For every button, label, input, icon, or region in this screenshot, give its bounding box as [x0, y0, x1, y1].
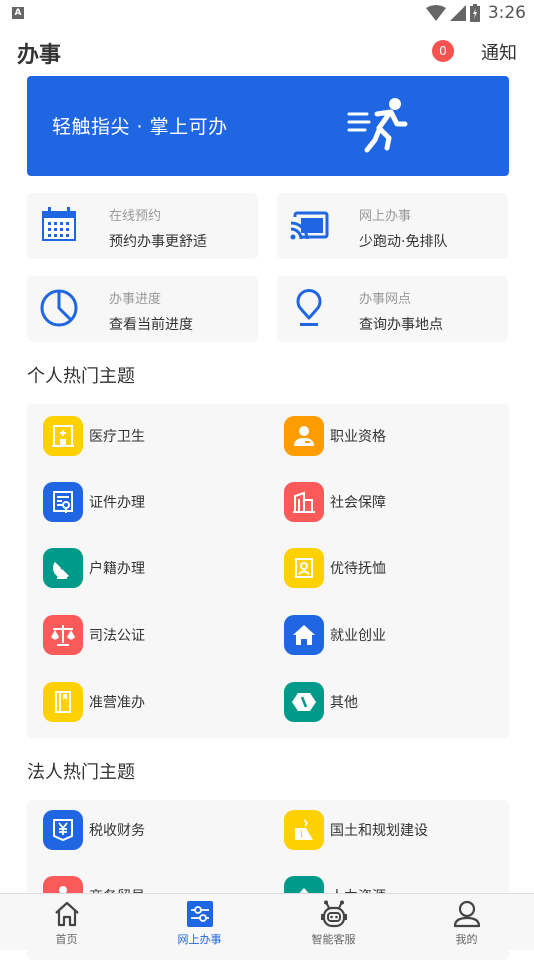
- page-title: 办事: [17, 43, 62, 68]
- quick-action-locations[interactable]: 办事网点 查询办事地点: [277, 276, 508, 342]
- hospital-icon: [43, 416, 83, 456]
- tab-label: 我的: [455, 933, 478, 946]
- wifi-icon: [425, 5, 446, 21]
- tab-online-service[interactable]: 网上办事: [133, 894, 266, 951]
- cast-screen-icon: [289, 211, 329, 241]
- tab-home[interactable]: 首页: [0, 894, 133, 951]
- corporate-section-title: 法人热门主题: [27, 762, 135, 783]
- pie-progress-icon: [40, 289, 78, 327]
- calendar-icon: [42, 207, 76, 241]
- sliders-icon: [186, 901, 213, 927]
- topic-certificates[interactable]: 证件办理: [43, 482, 263, 522]
- notification-count-badge[interactable]: 0: [432, 40, 454, 62]
- personal-topics-grid: 医疗卫生 职业资格 证件办理 社会保障 户籍办理 优待抚恤 司法公证 就业创业 …: [27, 404, 509, 738]
- topic-label: 就业创业: [330, 628, 386, 644]
- book-icon: [43, 682, 83, 722]
- topic-medical[interactable]: 医疗卫生: [43, 416, 263, 456]
- yuan-shield-icon: [43, 810, 83, 850]
- topic-label: 司法公证: [89, 628, 145, 644]
- topic-qualification[interactable]: 职业资格: [284, 416, 504, 456]
- topic-label: 户籍办理: [89, 561, 145, 577]
- quick-action-online-service[interactable]: 网上办事 少跑动·免排队: [277, 193, 508, 259]
- quick-action-title: 网上办事: [359, 209, 412, 224]
- topic-label: 优待抚恤: [330, 561, 386, 577]
- promo-banner[interactable]: 轻触指尖 · 掌上可办: [27, 76, 509, 176]
- topic-label: 其他: [330, 695, 358, 711]
- tab-profile[interactable]: 我的: [400, 894, 533, 951]
- quick-action-title: 办事进度: [109, 292, 162, 307]
- tab-smart-support[interactable]: 智能客服: [267, 894, 400, 951]
- portrait-icon: [284, 548, 324, 588]
- topic-business-permits[interactable]: 准营准办: [43, 682, 263, 722]
- running-person-icon: [347, 98, 408, 153]
- home-icon: [54, 901, 79, 927]
- topic-other[interactable]: 其他: [284, 682, 504, 722]
- quick-action-subtitle: 查看当前进度: [109, 317, 193, 333]
- certificate-icon: [43, 482, 83, 522]
- quick-action-progress[interactable]: 办事进度 查看当前进度: [27, 276, 258, 342]
- person-badge-icon: [284, 416, 324, 456]
- clock: 3:26: [487, 3, 526, 23]
- quick-action-subtitle: 预约办事更舒适: [109, 234, 207, 250]
- topic-label: 税收财务: [89, 823, 145, 839]
- buildings-icon: [284, 482, 324, 522]
- bottom-tab-bar: 首页 网上办事 智能客服 我的: [0, 893, 534, 950]
- topic-social-security[interactable]: 社会保障: [284, 482, 504, 522]
- construction-icon: [284, 810, 324, 850]
- quick-action-subtitle: 少跑动·免排队: [359, 234, 448, 250]
- quick-action-title: 在线预约: [109, 209, 162, 224]
- topic-label: 准营准办: [89, 695, 145, 711]
- tab-label: 智能客服: [311, 933, 356, 946]
- tab-label: 网上办事: [177, 933, 222, 946]
- topic-label: 国土和规划建设: [330, 823, 428, 839]
- location-pin-icon: [296, 289, 322, 326]
- banner-text: 轻触指尖 · 掌上可办: [52, 116, 228, 138]
- topic-land-planning[interactable]: 国土和规划建设: [284, 810, 504, 850]
- user-icon: [453, 900, 480, 928]
- scales-icon: [43, 615, 83, 655]
- topic-label: 职业资格: [330, 429, 386, 445]
- topic-label: 医疗卫生: [89, 429, 145, 445]
- topic-employment[interactable]: 就业创业: [284, 615, 504, 655]
- quick-action-title: 办事网点: [359, 292, 412, 307]
- status-bar: A 3:26: [0, 0, 534, 26]
- house-icon: [284, 615, 324, 655]
- topic-judicial-notary[interactable]: 司法公证: [43, 615, 263, 655]
- satellite-dish-icon: [43, 548, 83, 588]
- topic-label: 证件办理: [89, 495, 145, 511]
- notification-button[interactable]: 通知: [481, 39, 517, 65]
- tab-label: 首页: [55, 933, 78, 946]
- quick-action-subtitle: 查询办事地点: [359, 317, 443, 333]
- battery-charging-icon: [469, 4, 480, 22]
- topic-preferential-care[interactable]: 优待抚恤: [284, 548, 504, 588]
- app-header: 办事 0 通知: [0, 30, 534, 74]
- topic-household-registration[interactable]: 户籍办理: [43, 548, 263, 588]
- robot-icon: [320, 900, 347, 928]
- quick-action-online-booking[interactable]: 在线预约 预约办事更舒适: [27, 193, 258, 259]
- topic-tax-finance[interactable]: 税收财务: [43, 810, 263, 850]
- hexagon-icon: [284, 682, 324, 722]
- personal-section-title: 个人热门主题: [27, 366, 135, 387]
- signal-icon: [449, 5, 466, 21]
- topic-label: 社会保障: [330, 495, 386, 511]
- notification-indicator-icon: A: [12, 7, 24, 19]
